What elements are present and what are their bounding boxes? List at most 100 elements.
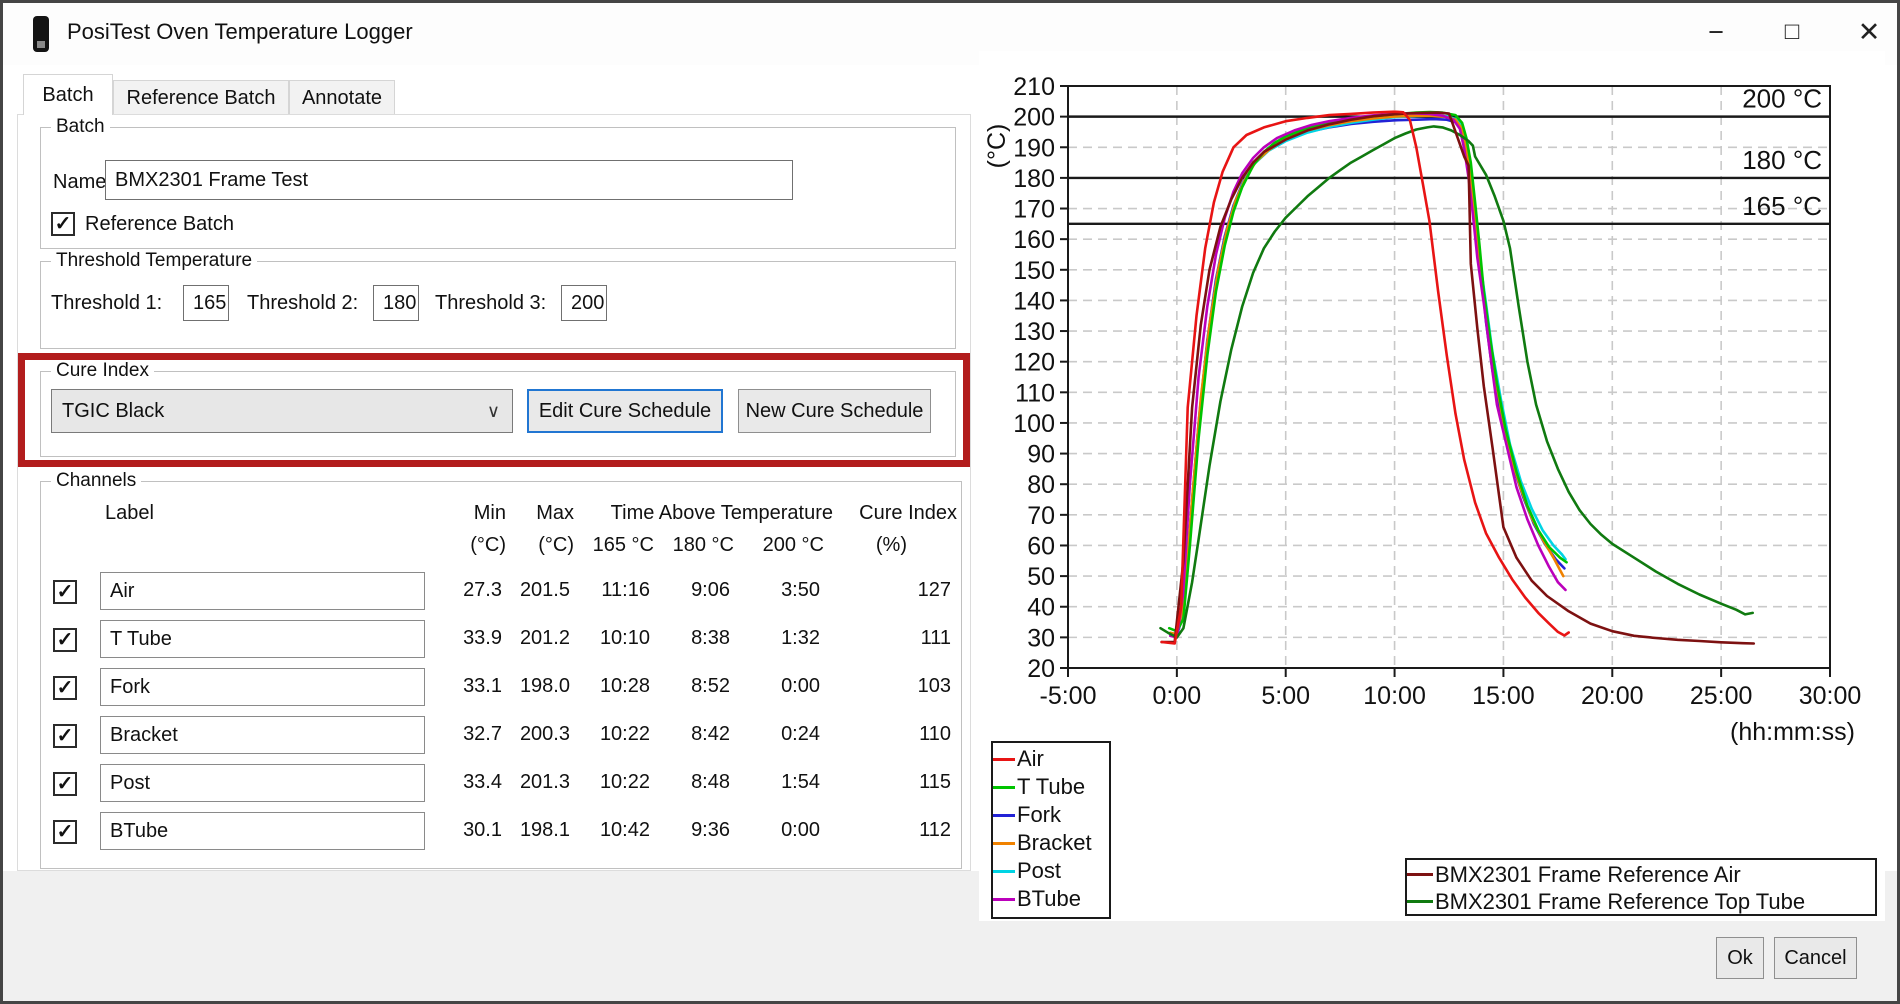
channel-t200-value: 1:54	[781, 771, 820, 794]
col-header-cure-index: Cure Index	[859, 502, 957, 525]
channel-cure-value: 115	[919, 771, 951, 794]
channel-checkbox[interactable]: ✓	[53, 772, 77, 796]
batch-group-label: Batch	[51, 116, 110, 138]
legend-item: Fork	[993, 801, 1109, 829]
channel-label-input[interactable]: T Tube	[100, 620, 425, 658]
tab-batch[interactable]: Batch	[23, 74, 113, 115]
legend-line-swatch	[993, 870, 1015, 873]
channels-group: Channels Label Min Max Time Above Temper…	[40, 481, 962, 869]
legend-item: Air	[993, 745, 1109, 773]
ok-button[interactable]: Ok	[1716, 937, 1764, 979]
tab-reference-batch[interactable]: Reference Batch	[113, 80, 289, 115]
legend-line-swatch	[993, 758, 1015, 761]
channel-row: ✓Fork33.1198.010:288:520:00103	[41, 668, 957, 708]
edit-cure-schedule-button[interactable]: Edit Cure Schedule	[527, 389, 723, 433]
channel-t180-value: 8:42	[691, 723, 730, 746]
threshold1-label: Threshold 1:	[51, 292, 162, 315]
legend-item: BMX2301 Frame Reference Top Tube	[1407, 888, 1875, 915]
y-tick-label: 110	[1015, 379, 1055, 407]
channel-min-value: 30.1	[463, 819, 502, 842]
channel-t165-value: 10:28	[600, 675, 650, 698]
y-tick-label: 70	[1027, 502, 1055, 530]
col-header-200: 200 °C	[763, 534, 824, 557]
channel-max-value: 198.1	[520, 819, 570, 842]
legend-label: BTube	[1017, 886, 1081, 912]
app-icon	[33, 16, 49, 52]
legend-item: Post	[993, 857, 1109, 885]
channel-label-input[interactable]: Fork	[100, 668, 425, 706]
legend-label: BMX2301 Frame Reference Air	[1435, 862, 1741, 888]
legend-item: BMX2301 Frame Reference Air	[1407, 861, 1875, 888]
cure-index-group: Cure Index TGIC Black ∨ Edit Cure Schedu…	[40, 371, 956, 457]
y-tick-label: 170	[1013, 196, 1055, 224]
series-t-tube	[1169, 112, 1566, 631]
app-window: PosiTest Oven Temperature Logger − □ ✕ B…	[0, 0, 1900, 1004]
threshold1-input[interactable]: 165	[183, 285, 229, 321]
channels-group-label: Channels	[51, 470, 141, 492]
x-tick-label: 5:00	[1261, 682, 1310, 710]
new-cure-schedule-button[interactable]: New Cure Schedule	[738, 389, 931, 433]
channel-row: ✓T Tube33.9201.210:108:381:32111	[41, 620, 957, 660]
col-header-180: 180 °C	[673, 534, 734, 557]
y-tick-label: 20	[1027, 655, 1055, 683]
threshold-group-label: Threshold Temperature	[51, 250, 257, 272]
y-tick-label: 90	[1027, 441, 1055, 469]
channel-label-input[interactable]: Post	[100, 764, 425, 802]
channel-label-input[interactable]: Bracket	[100, 716, 425, 754]
cure-schedule-selected: TGIC Black	[62, 400, 164, 423]
col-header-165: 165 °C	[593, 534, 654, 557]
y-tick-label: 210	[1013, 73, 1055, 101]
channel-checkbox[interactable]: ✓	[53, 580, 77, 604]
chart-panel: 200 °C180 °C165 °C2030405060708090100110…	[979, 51, 1885, 921]
col-header-time-above: Time Above Temperature	[611, 502, 833, 525]
channel-t165-value: 10:42	[600, 819, 650, 842]
channel-t200-value: 3:50	[781, 579, 820, 602]
channel-max-value: 201.5	[520, 579, 570, 602]
batch-name-input[interactable]: BMX2301 Frame Test	[105, 160, 793, 200]
threshold3-input[interactable]: 200	[561, 285, 607, 321]
threshold2-label: Threshold 2:	[247, 292, 358, 315]
channel-max-value: 198.0	[520, 675, 570, 698]
y-tick-label: 120	[1013, 349, 1055, 377]
channel-t165-value: 11:16	[601, 579, 650, 602]
legend-label: BMX2301 Frame Reference Top Tube	[1435, 889, 1805, 915]
channel-row: ✓Post33.4201.310:228:481:54115	[41, 764, 957, 804]
legend-label: Fork	[1017, 802, 1061, 828]
x-tick-label: -5:00	[1040, 682, 1097, 710]
channel-t165-value: 10:22	[600, 723, 650, 746]
legend-label: Air	[1017, 746, 1044, 772]
channel-min-value: 32.7	[463, 723, 502, 746]
y-tick-label: 140	[1013, 287, 1055, 315]
batch-group: Batch Name: BMX2301 Frame Test ✓ Referen…	[40, 127, 956, 249]
tab-annotate[interactable]: Annotate	[289, 80, 395, 115]
legend-item: Bracket	[993, 829, 1109, 857]
series-air	[1162, 112, 1569, 644]
channel-t180-value: 8:48	[691, 771, 730, 794]
threshold3-label: Threshold 3:	[435, 292, 546, 315]
legend-line-swatch	[993, 814, 1015, 817]
cancel-button[interactable]: Cancel	[1774, 937, 1857, 979]
name-label: Name:	[53, 171, 112, 194]
legend-label: Post	[1017, 858, 1061, 884]
y-axis-unit-label: (°C)	[983, 124, 1011, 169]
threshold2-input[interactable]: 180	[373, 285, 419, 321]
channel-label-input[interactable]: Air	[100, 572, 425, 610]
window-title: PosiTest Oven Temperature Logger	[67, 19, 413, 45]
y-tick-label: 130	[1013, 318, 1055, 346]
channel-label-input[interactable]: BTube	[100, 812, 425, 850]
channel-min-value: 33.1	[463, 675, 502, 698]
channel-t200-value: 0:00	[781, 819, 820, 842]
channel-checkbox[interactable]: ✓	[53, 820, 77, 844]
channel-t165-value: 10:10	[600, 627, 650, 650]
channel-checkbox[interactable]: ✓	[53, 724, 77, 748]
channel-checkbox[interactable]: ✓	[53, 628, 77, 652]
channel-checkbox[interactable]: ✓	[53, 676, 77, 700]
legend-item: BTube	[993, 885, 1109, 913]
legend-item: T Tube	[993, 773, 1109, 801]
x-tick-label: 0:00	[1153, 682, 1202, 710]
channel-cure-value: 103	[918, 675, 951, 698]
reference-batch-checkbox[interactable]: ✓	[51, 212, 75, 236]
threshold-label-180: 180 °C	[1742, 145, 1822, 175]
series-fork	[1170, 119, 1564, 636]
cure-schedule-dropdown[interactable]: TGIC Black ∨	[51, 389, 513, 433]
